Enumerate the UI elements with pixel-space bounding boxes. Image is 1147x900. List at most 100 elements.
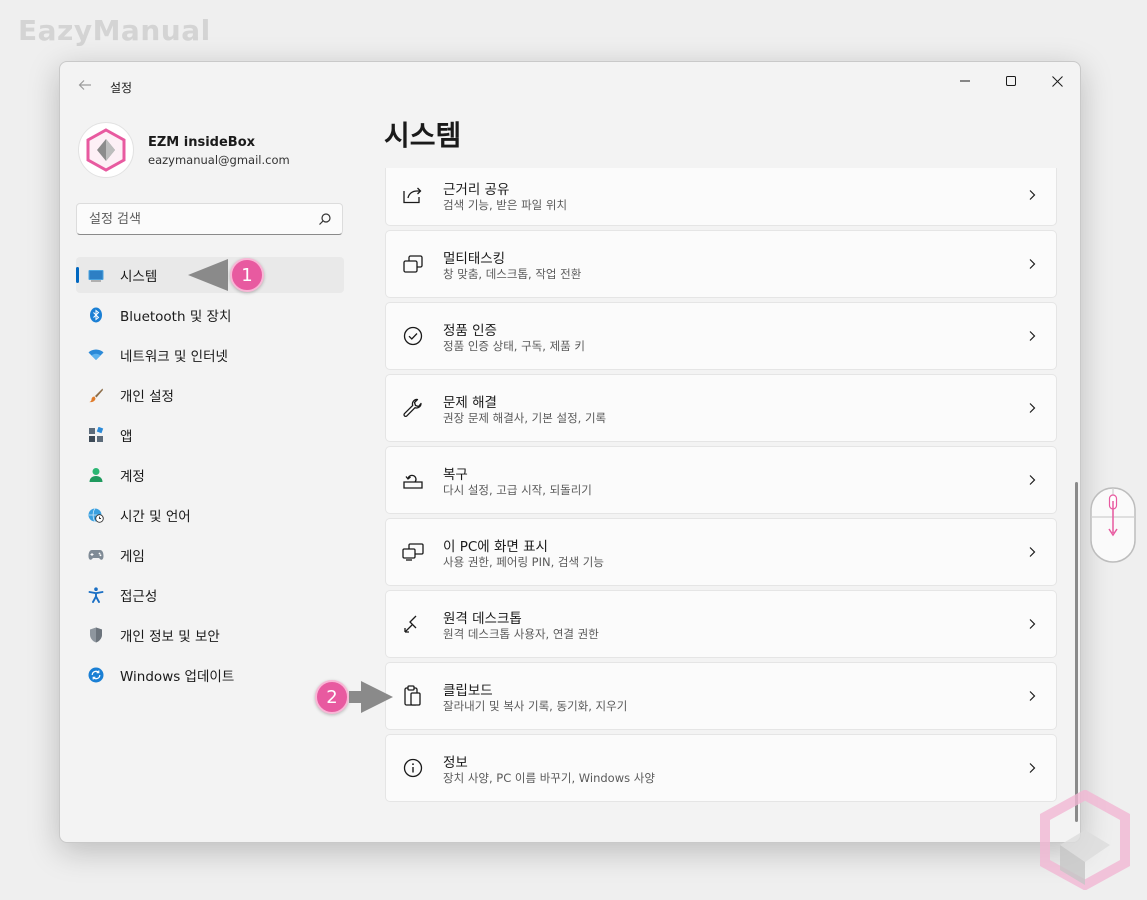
globe-clock-icon [88,507,104,523]
sidebar-item-time-language[interactable]: 시간 및 언어 [76,497,344,533]
sidebar-item-label: 앱 [120,429,133,445]
settings-card-multitasking[interactable]: 멀티태스킹 창 맞춤, 데스크톱, 작업 전환 [385,230,1057,298]
recovery-icon [402,469,424,491]
profile-name: EZM insideBox [148,135,256,150]
search-icon [319,213,331,225]
back-arrow-icon [78,80,91,90]
title-bar: 설정 [60,62,1080,106]
card-title: 문제 해결 [443,395,497,411]
close-icon [1051,75,1063,87]
annotation-badge-1: 1 [230,258,264,292]
chevron-right-icon [1029,190,1036,200]
profile-email: eazymanual@gmail.com [148,153,290,167]
minimize-icon [960,80,970,82]
back-button[interactable] [74,74,96,96]
corner-logo-icon [1040,790,1130,890]
person-icon [88,467,104,483]
card-title: 정보 [443,755,468,771]
chevron-right-icon [1029,547,1036,557]
scrollbar[interactable] [1075,482,1078,822]
card-subtitle: 검색 기능, 받은 파일 위치 [443,198,568,212]
card-subtitle: 잘라내기 및 복사 기록, 동기화, 지우기 [443,699,628,713]
card-title: 정품 인증 [443,323,497,339]
sidebar-item-network[interactable]: 네트워크 및 인터넷 [76,337,344,373]
settings-card-recovery[interactable]: 복구 다시 설정, 고급 시작, 되돌리기 [385,446,1057,514]
mouse-scroll-icon [1090,487,1136,563]
sidebar-item-privacy[interactable]: 개인 정보 및 보안 [76,617,344,653]
annotation-arrow-1 [188,259,228,291]
apps-icon [88,427,104,443]
sidebar-item-personalization[interactable]: 개인 설정 [76,377,344,413]
remote-icon [402,613,424,635]
settings-card-remote-desktop[interactable]: 원격 데스크톱 원격 데스크톱 사용자, 연결 권한 [385,590,1057,658]
card-subtitle: 사용 권한, 페어링 PIN, 검색 기능 [443,555,604,569]
avatar [78,122,134,178]
multitask-icon [402,253,424,275]
project-icon [402,541,424,563]
chevron-right-icon [1029,403,1036,413]
display-icon [88,267,104,283]
sidebar-item-label: 개인 정보 및 보안 [120,629,220,645]
chevron-right-icon [1029,619,1036,629]
info-icon [402,757,424,779]
share-icon [402,184,424,206]
annotation-arrow-2 [349,681,393,713]
settings-card-troubleshoot[interactable]: 문제 해결 권장 문제 해결사, 기본 설정, 기록 [385,374,1057,442]
settings-window: 설정 EZM insideBox eazymanual@gmail.com 설정… [59,61,1081,843]
card-title: 클립보드 [443,683,493,699]
sidebar-item-accounts[interactable]: 계정 [76,457,344,493]
chevron-right-icon [1029,331,1036,341]
sidebar-item-label: 개인 설정 [120,389,174,405]
sidebar-item-accessibility[interactable]: 접근성 [76,577,344,613]
card-subtitle: 원격 데스크톱 사용자, 연결 권한 [443,627,599,641]
card-title: 원격 데스크톱 [443,611,522,627]
settings-card-clipboard[interactable]: 클립보드 잘라내기 및 복사 기록, 동기화, 지우기 [385,662,1057,730]
close-button[interactable] [1034,66,1080,96]
settings-list: 근거리 공유 검색 기능, 받은 파일 위치 멀티태스킹 창 맞춤, 데스크톱,… [385,168,1057,806]
chevron-right-icon [1029,259,1036,269]
wifi-icon [88,347,104,363]
card-subtitle: 다시 설정, 고급 시작, 되돌리기 [443,483,592,497]
sidebar-item-bluetooth[interactable]: Bluetooth 및 장치 [76,297,344,333]
sidebar-item-label: Windows 업데이트 [120,669,235,685]
update-icon [88,667,104,683]
card-title: 복구 [443,467,468,483]
annotation-badge-2: 2 [315,680,349,714]
sidebar-item-label: 게임 [120,549,145,565]
card-subtitle: 권장 문제 해결사, 기본 설정, 기록 [443,411,607,425]
settings-search[interactable] [76,203,343,235]
window-title: 설정 [110,81,133,95]
chevron-right-icon [1029,691,1036,701]
sidebar-item-windows-update[interactable]: Windows 업데이트 [76,657,344,693]
card-subtitle: 창 맞춤, 데스크톱, 작업 전환 [443,267,582,281]
sidebar-item-gaming[interactable]: 게임 [76,537,344,573]
sidebar-item-label: 계정 [120,469,145,485]
minimize-button[interactable] [942,66,988,96]
settings-card-nearby-sharing[interactable]: 근거리 공유 검색 기능, 받은 파일 위치 [385,168,1057,226]
card-subtitle: 정품 인증 상태, 구독, 제품 키 [443,339,585,353]
sidebar-item-label: 접근성 [120,589,158,605]
settings-card-activation[interactable]: 정품 인증 정품 인증 상태, 구독, 제품 키 [385,302,1057,370]
chevron-right-icon [1029,763,1036,773]
sidebar-item-label: Bluetooth 및 장치 [120,309,232,325]
sidebar-item-label: 시간 및 언어 [120,509,191,525]
sidebar-item-apps[interactable]: 앱 [76,417,344,453]
brush-icon [88,387,104,403]
gamepad-icon [88,547,104,563]
maximize-button[interactable] [988,66,1034,96]
clipboard-icon [402,685,424,707]
card-title: 근거리 공유 [443,182,510,198]
shield-icon [88,627,104,643]
page-title: 시스템 [384,119,462,152]
card-subtitle: 장치 사양, PC 이름 바꾸기, Windows 사양 [443,771,655,785]
settings-card-projecting[interactable]: 이 PC에 화면 표시 사용 권한, 페어링 PIN, 검색 기능 [385,518,1057,586]
accessibility-icon [88,587,104,603]
search-input[interactable] [77,204,342,234]
wrench-icon [402,397,424,419]
avatar-logo-icon [86,128,126,172]
watermark-text: EazyManual [18,14,211,47]
settings-card-about[interactable]: 정보 장치 사양, PC 이름 바꾸기, Windows 사양 [385,734,1057,802]
chevron-right-icon [1029,475,1036,485]
check-circle-icon [402,325,424,347]
card-title: 멀티태스킹 [443,251,506,267]
